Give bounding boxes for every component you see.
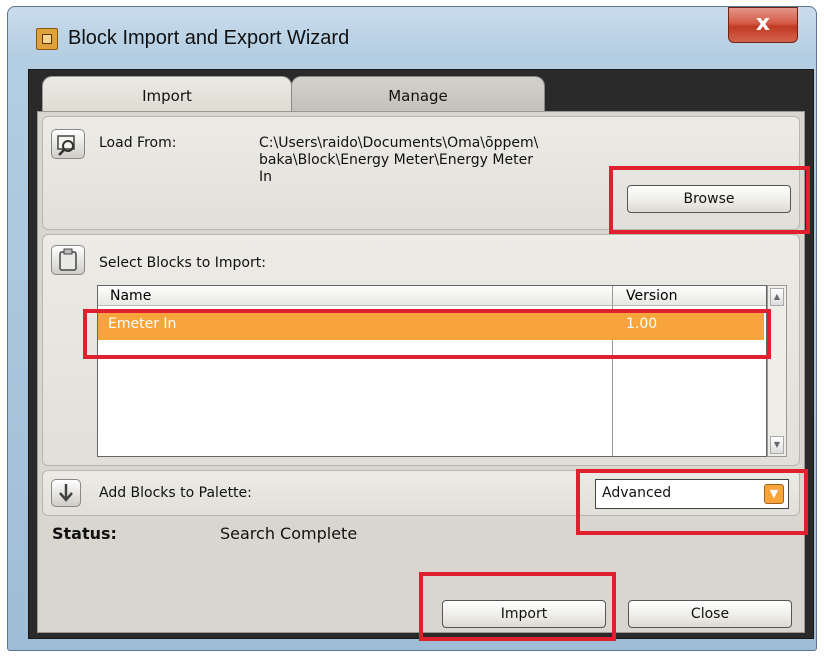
load-from-path: C:\Users\raido\Documents\Oma\õppem\ baka… xyxy=(259,135,539,185)
scroll-up-button[interactable]: ▲ xyxy=(770,288,784,306)
highlight-import-button xyxy=(419,572,616,641)
folder-search-icon xyxy=(51,129,85,159)
highlight-palette-dropdown xyxy=(576,469,808,535)
add-to-palette-label: Add Blocks to Palette: xyxy=(99,485,252,501)
tab-manage[interactable]: Manage xyxy=(291,76,545,112)
app-icon xyxy=(36,28,58,50)
highlight-browse xyxy=(609,166,810,234)
select-blocks-label: Select Blocks to Import: xyxy=(99,255,266,271)
window-close-button[interactable]: x xyxy=(728,7,798,43)
status-label: Status: xyxy=(52,524,117,543)
column-header-version[interactable]: Version xyxy=(626,288,677,304)
load-from-label: Load From: xyxy=(99,135,177,151)
column-header-name[interactable]: Name xyxy=(110,288,151,304)
highlight-selected-row xyxy=(83,309,771,359)
close-button[interactable]: Close xyxy=(628,600,792,628)
window-title: Block Import and Export Wizard xyxy=(68,27,350,49)
scroll-down-button[interactable]: ▼ xyxy=(770,436,784,454)
list-header: Name Version xyxy=(98,286,766,306)
download-arrow-icon xyxy=(51,479,81,507)
clipboard-icon xyxy=(51,245,85,275)
title-bar[interactable]: Block Import and Export Wizard xyxy=(8,7,816,65)
status-value: Search Complete xyxy=(220,524,358,543)
tab-import[interactable]: Import xyxy=(42,76,292,112)
